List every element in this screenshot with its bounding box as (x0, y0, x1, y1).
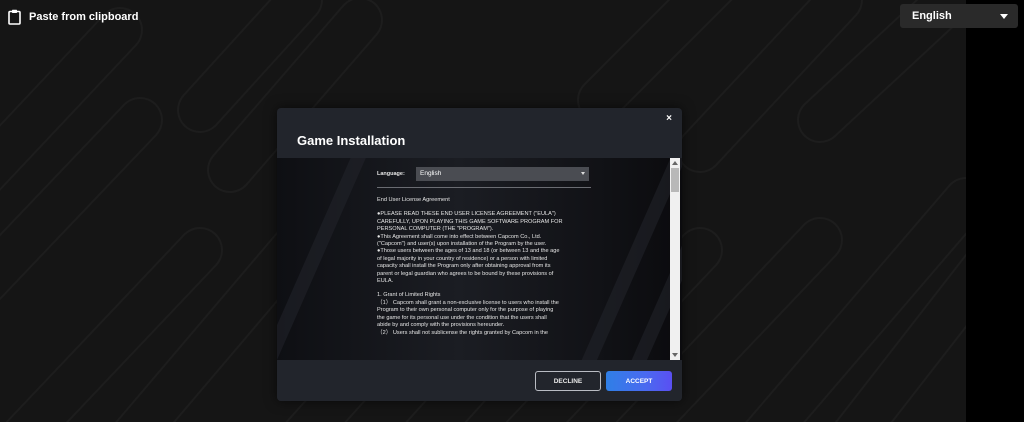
game-installation-dialog: × Game Installation Language: English En… (277, 108, 682, 401)
chevron-down-icon (581, 172, 585, 175)
paste-from-clipboard-button[interactable]: Paste from clipboard (8, 8, 138, 26)
eula-line: capacity shall install the Program only … (377, 263, 551, 270)
dialog-title: Game Installation (297, 133, 406, 148)
eula-line: of legal majority in your country of res… (377, 255, 548, 262)
eula-spacer (377, 285, 591, 292)
eula-line: parent or legal guardian who agrees to b… (377, 270, 554, 277)
eula-line: （2） Users shall not sublicense the right… (377, 329, 549, 336)
scroll-thumb[interactable] (671, 168, 679, 192)
eula-line: ("Capcom") and user(s) upon installation… (377, 241, 547, 248)
eula-line: （1） Capcom shall grant a non-exclusive l… (377, 299, 559, 306)
eula-line: ●This Agreement shall come into effect b… (377, 233, 542, 240)
scroll-down-icon[interactable] (672, 353, 678, 357)
close-button[interactable]: × (663, 113, 675, 125)
paste-from-clipboard-label: Paste from clipboard (29, 11, 139, 23)
clipboard-icon (8, 9, 21, 25)
language-dropdown[interactable]: English (900, 4, 1018, 28)
right-strip (966, 0, 1024, 422)
accept-button[interactable]: ACCEPT (606, 371, 672, 391)
eula-line: ●PLEASE READ THESE END USER LICENSE AGRE… (377, 211, 556, 218)
eula-document: Language: English End User License Agree… (377, 166, 591, 337)
eula-line: Program to their own personal computer o… (377, 307, 554, 314)
eula-language-value: English (420, 170, 442, 177)
eula-line: CAREFULLY, UPON PLAYING THIS GAME SOFTWA… (377, 218, 563, 225)
divider (377, 187, 591, 188)
eula-text: End User License Agreement ●PLEASE READ T… (377, 197, 591, 337)
eula-spacer (377, 204, 591, 211)
chevron-down-icon (1000, 13, 1008, 19)
language-dropdown-value: English (912, 10, 952, 22)
eula-line: PERSONAL COMPUTER (THE "PROGRAM"). (377, 226, 494, 233)
decline-button[interactable]: DECLINE (535, 371, 601, 391)
eula-line: End User License Agreement (377, 197, 450, 203)
eula-line: abide by and comply with the provisions … (377, 322, 505, 329)
eula-language-select[interactable]: English (416, 166, 589, 181)
eula-language-row: Language: English (377, 166, 591, 181)
eula-line: 1. Grant of Limited Rights (377, 292, 441, 299)
eula-line: EULA. (377, 278, 394, 285)
dialog-footer: DECLINE ACCEPT (277, 360, 682, 401)
eula-frame[interactable]: Language: English End User License Agree… (277, 158, 682, 360)
eula-language-label: Language: (377, 170, 405, 177)
eula-scrollbar[interactable] (670, 158, 680, 360)
eula-line: the game for its personal use under the … (377, 314, 547, 321)
eula-line: ●Those users between the ages of 13 and … (377, 248, 560, 255)
scroll-up-icon[interactable] (672, 161, 678, 165)
